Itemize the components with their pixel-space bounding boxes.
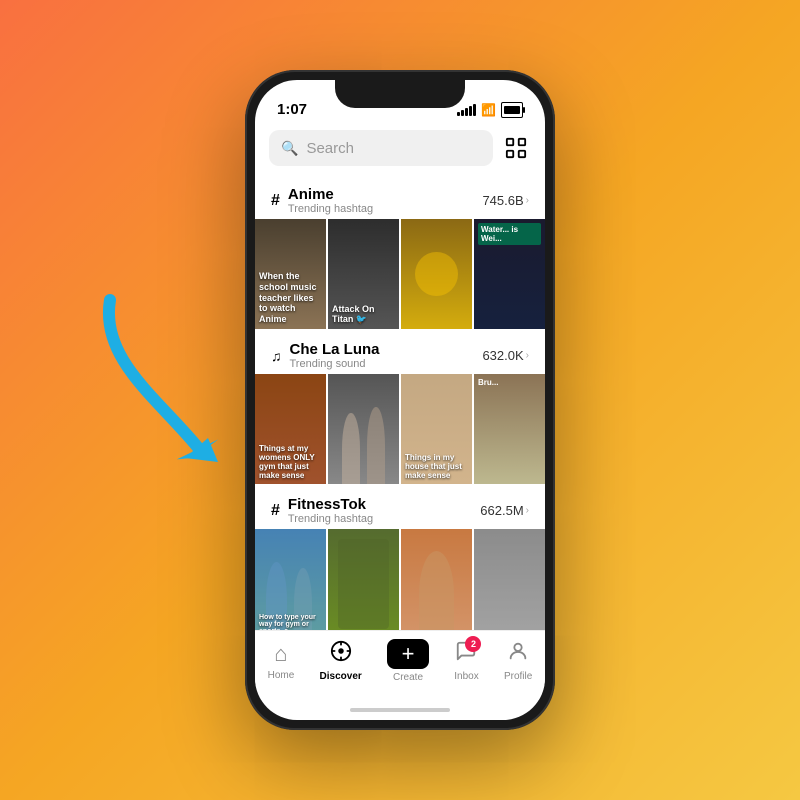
signal-icon	[457, 104, 476, 116]
phone-screen: 1:07 📶 🔍 Search	[255, 80, 545, 720]
phone-device: 1:07 📶 🔍 Search	[245, 70, 555, 730]
scan-icon[interactable]	[501, 133, 531, 163]
video-thumb-anime-2[interactable]: Attack On Titan 🐦	[328, 219, 399, 329]
video-grid-anime: When the school music teacher likes to w…	[255, 219, 545, 329]
search-input[interactable]: 🔍 Search	[269, 130, 493, 166]
nav-label-create: Create	[393, 672, 423, 683]
trend-count-value-chelaluna: 632.0K	[482, 348, 523, 363]
inbox-badge: 2	[465, 636, 481, 652]
video-thumb-fit-1[interactable]: How to type your way for gym or sports, …	[255, 529, 326, 630]
video-thumb-chela-4[interactable]: Bru...	[474, 374, 545, 484]
trend-count-chelaluna: 632.0K ›	[482, 348, 529, 363]
battery-icon	[501, 102, 523, 118]
chevron-icon-chelaluna: ›	[526, 350, 529, 361]
video-grid-chelaluna: Things at my womens ONLY gym that just m…	[255, 374, 545, 484]
trending-section-fitnesstok[interactable]: # FitnessTok Trending hashtag 662.5M ›	[255, 486, 545, 630]
video-label-anime-4: Water... is Wei...	[478, 223, 541, 245]
video-thumb-fit-3[interactable]	[401, 529, 472, 630]
search-placeholder: Search	[306, 140, 354, 157]
video-label-fit-4: ...	[478, 626, 485, 630]
trend-info-fitnesstok: FitnessTok Trending hashtag	[288, 496, 373, 525]
arrow-annotation	[80, 280, 260, 485]
nav-item-profile[interactable]: Profile	[504, 640, 532, 682]
video-thumb-anime-4[interactable]: Water... is Wei...	[474, 219, 545, 329]
search-icon: 🔍	[281, 140, 298, 157]
create-button[interactable]: +	[387, 639, 429, 669]
content-area: # Anime Trending hashtag 745.6B › When t…	[255, 176, 545, 630]
nav-item-discover[interactable]: Discover	[320, 640, 362, 682]
video-label-fit-1: How to type your way for gym or sports, …	[259, 614, 322, 630]
video-thumb-chela-3[interactable]: Things in my house that just make sense	[401, 374, 472, 484]
trend-sub-fitnesstok: Trending hashtag	[288, 513, 373, 525]
phone-notch	[335, 80, 465, 108]
compass-icon	[330, 640, 352, 668]
nav-label-inbox: Inbox	[454, 671, 478, 682]
nav-label-profile: Profile	[504, 671, 532, 682]
search-bar-container: 🔍 Search	[255, 124, 545, 176]
trending-header-anime: # Anime Trending hashtag 745.6B ›	[255, 176, 545, 219]
chevron-icon-fitnesstok: ›	[526, 505, 529, 516]
nav-item-home[interactable]: ⌂ Home	[268, 641, 295, 681]
trend-count-anime: 745.6B ›	[482, 193, 529, 208]
chevron-icon-anime: ›	[526, 195, 529, 206]
trend-name-anime: Anime	[288, 186, 373, 203]
bottom-nav: ⌂ Home Discover + Create	[255, 630, 545, 700]
video-label-chela-4: Bru...	[478, 378, 498, 387]
nav-label-home: Home	[268, 670, 295, 681]
video-thumb-anime-1[interactable]: When the school music teacher likes to w…	[255, 219, 326, 329]
nav-label-discover: Discover	[320, 671, 362, 682]
trend-info-chelaluna: Che La Luna Trending sound	[290, 341, 380, 370]
trend-name-fitnesstok: FitnessTok	[288, 496, 373, 513]
trend-count-value-fitnesstok: 662.5M	[480, 503, 523, 518]
status-time: 1:07	[277, 101, 307, 118]
home-bar-line	[350, 708, 450, 712]
trend-count-value-anime: 745.6B	[482, 193, 523, 208]
nav-item-inbox[interactable]: 2 Inbox	[454, 640, 478, 682]
trend-sub-chelaluna: Trending sound	[290, 358, 380, 370]
video-thumb-fit-4[interactable]: ...	[474, 529, 545, 630]
video-label-chela-3: Things in my house that just make sense	[405, 453, 468, 480]
wifi-icon: 📶	[481, 103, 496, 117]
trend-info-anime: Anime Trending hashtag	[288, 186, 373, 215]
trending-left-anime: # Anime Trending hashtag	[271, 186, 373, 215]
trending-section-anime[interactable]: # Anime Trending hashtag 745.6B › When t…	[255, 176, 545, 329]
trend-sub-anime: Trending hashtag	[288, 203, 373, 215]
music-icon-chelaluna: ♫	[271, 348, 282, 364]
video-thumb-anime-3[interactable]	[401, 219, 472, 329]
video-grid-fitnesstok: How to type your way for gym or sports, …	[255, 529, 545, 630]
home-bar	[255, 700, 545, 720]
hashtag-icon-fitnesstok: #	[271, 502, 280, 520]
inbox-icon: 2	[455, 640, 477, 668]
trending-left-chelaluna: ♫ Che La Luna Trending sound	[271, 341, 380, 370]
video-label-anime-1: When the school music teacher likes to w…	[259, 271, 322, 325]
trending-section-chelaluna[interactable]: ♫ Che La Luna Trending sound 632.0K › Th…	[255, 331, 545, 484]
nav-item-create[interactable]: + Create	[387, 639, 429, 683]
video-thumb-chela-2[interactable]	[328, 374, 399, 484]
video-thumb-fit-2[interactable]	[328, 529, 399, 630]
trending-left-fitnesstok: # FitnessTok Trending hashtag	[271, 496, 373, 525]
trending-header-chelaluna: ♫ Che La Luna Trending sound 632.0K ›	[255, 331, 545, 374]
trend-name-chelaluna: Che La Luna	[290, 341, 380, 358]
trend-count-fitnesstok: 662.5M ›	[480, 503, 529, 518]
video-label-chela-1: Things at my womens ONLY gym that just m…	[259, 444, 322, 480]
status-icons: 📶	[457, 102, 523, 118]
profile-icon	[507, 640, 529, 668]
plus-icon: +	[402, 643, 415, 665]
video-label-anime-2: Attack On Titan 🐦	[332, 304, 395, 325]
home-icon: ⌂	[274, 641, 287, 667]
trending-header-fitnesstok: # FitnessTok Trending hashtag 662.5M ›	[255, 486, 545, 529]
hashtag-icon-anime: #	[271, 192, 280, 210]
video-thumb-chela-1[interactable]: Things at my womens ONLY gym that just m…	[255, 374, 326, 484]
